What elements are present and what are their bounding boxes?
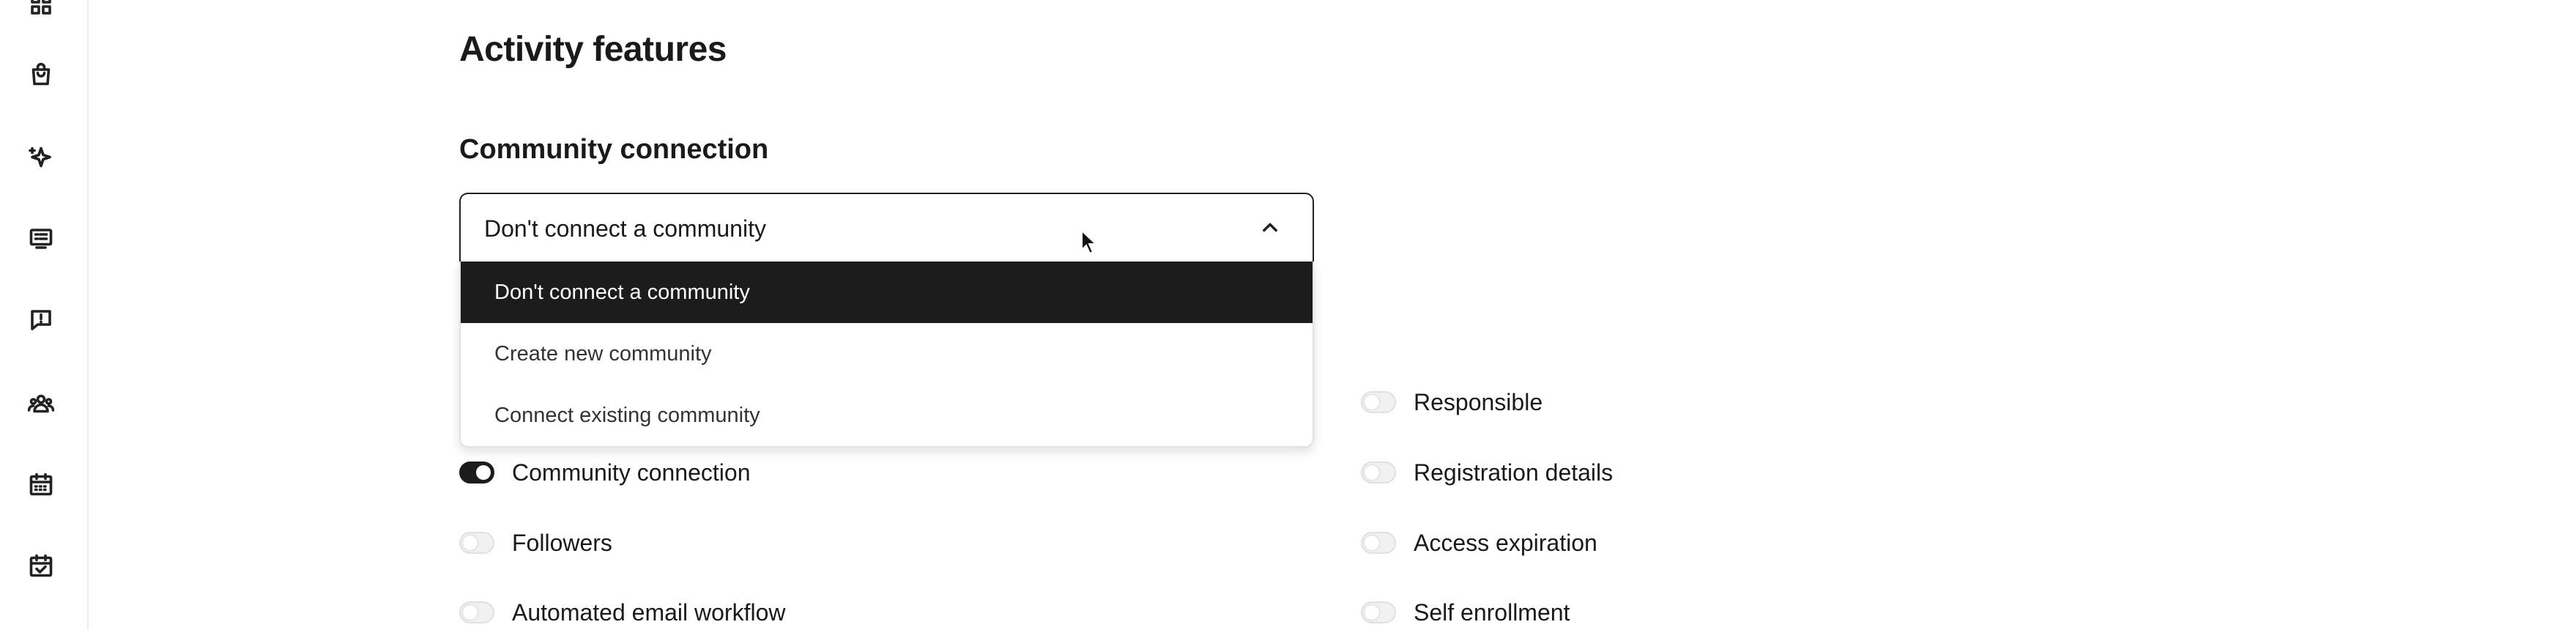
followers-toggle[interactable] xyxy=(459,532,494,554)
calendar-check-icon[interactable] xyxy=(28,552,54,579)
mouse-cursor-icon xyxy=(1081,229,1098,255)
feature-label: Community connection xyxy=(512,459,751,486)
sidebar xyxy=(0,0,89,630)
sparkles-icon[interactable] xyxy=(28,145,54,171)
chevron-up-icon xyxy=(1260,218,1280,238)
feature-followers: Followers xyxy=(459,528,612,557)
dashboard-icon[interactable] xyxy=(28,0,54,18)
feature-label: Followers xyxy=(512,529,612,556)
option-create-new[interactable]: Create new community xyxy=(461,323,1313,385)
select-value: Don't connect a community xyxy=(484,215,766,242)
feature-label: Responsible xyxy=(1414,388,1543,415)
automated-email-workflow-toggle[interactable] xyxy=(459,601,494,623)
community-section-title: Community connection xyxy=(459,134,769,165)
feature-registration-details: Registration details xyxy=(1361,458,1613,487)
feature-label: Access expiration xyxy=(1414,529,1597,556)
feature-community-connection: Community connection xyxy=(459,458,750,487)
feature-label: Registration details xyxy=(1414,459,1614,486)
responsible-toggle[interactable] xyxy=(1361,391,1396,413)
calendar-icon[interactable] xyxy=(28,471,54,497)
people-group-icon[interactable] xyxy=(28,390,54,417)
community-connection-toggle[interactable] xyxy=(459,462,494,483)
feature-access-expiration: Access expiration xyxy=(1361,528,1597,557)
feature-automated-email-workflow: Automated email workflow xyxy=(459,598,785,627)
page-title: Activity features xyxy=(459,30,727,69)
community-connection-select[interactable]: Don't connect a community xyxy=(459,193,1314,263)
list-icon[interactable] xyxy=(28,226,54,252)
option-dont-connect[interactable]: Don't connect a community xyxy=(461,262,1313,323)
feature-responsible: Responsible xyxy=(1361,388,1543,417)
alert-message-icon[interactable] xyxy=(28,307,54,333)
feature-self-enrollment: Self enrollment xyxy=(1361,598,1570,627)
feature-label: Self enrollment xyxy=(1414,598,1570,626)
self-enrollment-toggle[interactable] xyxy=(1361,601,1396,623)
shopping-bag-icon[interactable] xyxy=(28,61,54,87)
registration-details-toggle[interactable] xyxy=(1361,462,1396,483)
community-connection-menu: Don't connect a community Create new com… xyxy=(459,262,1314,448)
option-connect-existing[interactable]: Connect existing community xyxy=(461,385,1313,446)
access-expiration-toggle[interactable] xyxy=(1361,532,1396,554)
feature-label: Automated email workflow xyxy=(512,598,786,626)
